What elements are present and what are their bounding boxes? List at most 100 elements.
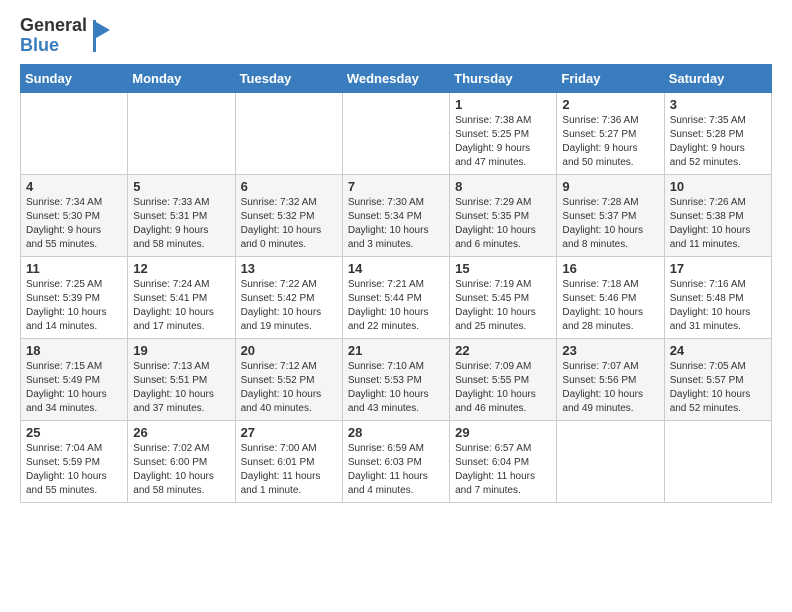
calendar-cell: 16 Sunrise: 7:18 AM Sunset: 5:46 PM Dayli… <box>557 256 664 338</box>
calendar-cell: 26 Sunrise: 7:02 AM Sunset: 6:00 PM Dayli… <box>128 420 235 502</box>
calendar-cell: 10Sunrise: 7:26 AM Sunset: 5:38 PM Dayli… <box>664 174 771 256</box>
calendar-cell: 3 Sunrise: 7:35 AM Sunset: 5:28 PM Daylig… <box>664 92 771 174</box>
calendar-cell: 7Sunrise: 7:30 AM Sunset: 5:34 PM Daylig… <box>342 174 449 256</box>
calendar-cell <box>128 92 235 174</box>
day-number: 3 <box>670 97 766 112</box>
calendar-cell: 23 Sunrise: 7:07 AM Sunset: 5:56 PM Dayli… <box>557 338 664 420</box>
day-info: Sunrise: 7:24 AM Sunset: 5:41 PM Dayligh… <box>133 278 229 334</box>
logo-blue: Blue <box>20 35 59 55</box>
day-number: 5 <box>133 179 229 194</box>
calendar-cell: 12 Sunrise: 7:24 AM Sunset: 5:41 PM Dayli… <box>128 256 235 338</box>
day-number: 2 <box>562 97 658 112</box>
day-info: Sunrise: 7:19 AM Sunset: 5:45 PM Dayligh… <box>455 278 551 334</box>
day-info: Sunrise: 7:33 AM Sunset: 5:31 PM Dayligh… <box>133 196 229 252</box>
calendar-cell: 9 Sunrise: 7:28 AM Sunset: 5:37 PM Daylig… <box>557 174 664 256</box>
calendar-cell: 8Sunrise: 7:29 AM Sunset: 5:35 PM Daylig… <box>450 174 557 256</box>
calendar-week-row: 4Sunrise: 7:34 AM Sunset: 5:30 PM Daylig… <box>21 174 772 256</box>
calendar-cell: 28 Sunrise: 6:59 AM Sunset: 6:03 PM Dayli… <box>342 420 449 502</box>
day-info: Sunrise: 7:32 AM Sunset: 5:32 PM Dayligh… <box>241 196 337 252</box>
day-info: Sunrise: 7:07 AM Sunset: 5:56 PM Dayligh… <box>562 360 658 416</box>
calendar-cell: 6 Sunrise: 7:32 AM Sunset: 5:32 PM Daylig… <box>235 174 342 256</box>
calendar-cell: 20 Sunrise: 7:12 AM Sunset: 5:52 PM Dayli… <box>235 338 342 420</box>
weekday-header: Friday <box>557 64 664 92</box>
calendar-week-row: 11 Sunrise: 7:25 AM Sunset: 5:39 PM Dayli… <box>21 256 772 338</box>
day-number: 19 <box>133 343 229 358</box>
day-number: 7 <box>348 179 444 194</box>
calendar-cell: 2Sunrise: 7:36 AM Sunset: 5:27 PM Daylig… <box>557 92 664 174</box>
day-info: Sunrise: 7:09 AM Sunset: 5:55 PM Dayligh… <box>455 360 551 416</box>
weekday-header: Monday <box>128 64 235 92</box>
day-info: Sunrise: 7:29 AM Sunset: 5:35 PM Dayligh… <box>455 196 551 252</box>
day-info: Sunrise: 7:21 AM Sunset: 5:44 PM Dayligh… <box>348 278 444 334</box>
calendar-cell: 29Sunrise: 6:57 AM Sunset: 6:04 PM Dayli… <box>450 420 557 502</box>
day-info: Sunrise: 7:02 AM Sunset: 6:00 PM Dayligh… <box>133 442 229 498</box>
day-number: 21 <box>348 343 444 358</box>
weekday-header: Sunday <box>21 64 128 92</box>
day-info: Sunrise: 7:28 AM Sunset: 5:37 PM Dayligh… <box>562 196 658 252</box>
day-info: Sunrise: 7:04 AM Sunset: 5:59 PM Dayligh… <box>26 442 122 498</box>
calendar-cell: 15 Sunrise: 7:19 AM Sunset: 5:45 PM Dayli… <box>450 256 557 338</box>
day-number: 26 <box>133 425 229 440</box>
day-info: Sunrise: 7:35 AM Sunset: 5:28 PM Dayligh… <box>670 114 766 170</box>
day-info: Sunrise: 7:12 AM Sunset: 5:52 PM Dayligh… <box>241 360 337 416</box>
calendar-week-row: 25 Sunrise: 7:04 AM Sunset: 5:59 PM Dayli… <box>21 420 772 502</box>
logo-flag-icon <box>91 18 111 54</box>
day-number: 17 <box>670 261 766 276</box>
calendar-cell: 19 Sunrise: 7:13 AM Sunset: 5:51 PM Dayli… <box>128 338 235 420</box>
day-number: 25 <box>26 425 122 440</box>
day-number: 13 <box>241 261 337 276</box>
calendar-cell: 13 Sunrise: 7:22 AM Sunset: 5:42 PM Dayli… <box>235 256 342 338</box>
calendar-cell <box>342 92 449 174</box>
calendar-cell: 14 Sunrise: 7:21 AM Sunset: 5:44 PM Dayli… <box>342 256 449 338</box>
logo: General Blue <box>20 16 111 56</box>
weekday-header: Saturday <box>664 64 771 92</box>
calendar-cell: 24 Sunrise: 7:05 AM Sunset: 5:57 PM Dayli… <box>664 338 771 420</box>
calendar-cell: 18 Sunrise: 7:15 AM Sunset: 5:49 PM Dayli… <box>21 338 128 420</box>
page-header: General Blue <box>20 16 772 56</box>
day-info: Sunrise: 7:18 AM Sunset: 5:46 PM Dayligh… <box>562 278 658 334</box>
day-number: 9 <box>562 179 658 194</box>
calendar-cell: 5 Sunrise: 7:33 AM Sunset: 5:31 PM Daylig… <box>128 174 235 256</box>
day-number: 24 <box>670 343 766 358</box>
day-info: Sunrise: 7:00 AM Sunset: 6:01 PM Dayligh… <box>241 442 337 498</box>
calendar-cell <box>557 420 664 502</box>
day-info: Sunrise: 7:10 AM Sunset: 5:53 PM Dayligh… <box>348 360 444 416</box>
day-number: 18 <box>26 343 122 358</box>
day-number: 28 <box>348 425 444 440</box>
day-number: 22 <box>455 343 551 358</box>
day-number: 23 <box>562 343 658 358</box>
day-info: Sunrise: 7:25 AM Sunset: 5:39 PM Dayligh… <box>26 278 122 334</box>
day-number: 20 <box>241 343 337 358</box>
day-number: 15 <box>455 261 551 276</box>
day-number: 12 <box>133 261 229 276</box>
calendar-cell: 27 Sunrise: 7:00 AM Sunset: 6:01 PM Dayli… <box>235 420 342 502</box>
logo-general: General <box>20 15 87 35</box>
calendar-cell: 25 Sunrise: 7:04 AM Sunset: 5:59 PM Dayli… <box>21 420 128 502</box>
calendar-table: SundayMondayTuesdayWednesdayThursdayFrid… <box>20 64 772 503</box>
calendar-cell: 4Sunrise: 7:34 AM Sunset: 5:30 PM Daylig… <box>21 174 128 256</box>
day-number: 27 <box>241 425 337 440</box>
day-info: Sunrise: 7:13 AM Sunset: 5:51 PM Dayligh… <box>133 360 229 416</box>
day-info: Sunrise: 7:16 AM Sunset: 5:48 PM Dayligh… <box>670 278 766 334</box>
day-info: Sunrise: 7:26 AM Sunset: 5:38 PM Dayligh… <box>670 196 766 252</box>
calendar-cell: 1 Sunrise: 7:38 AM Sunset: 5:25 PM Daylig… <box>450 92 557 174</box>
logo-text: General Blue <box>20 16 87 56</box>
calendar-week-row: 18 Sunrise: 7:15 AM Sunset: 5:49 PM Dayli… <box>21 338 772 420</box>
calendar-cell: 17 Sunrise: 7:16 AM Sunset: 5:48 PM Dayli… <box>664 256 771 338</box>
day-number: 29 <box>455 425 551 440</box>
day-info: Sunrise: 7:34 AM Sunset: 5:30 PM Dayligh… <box>26 196 122 252</box>
day-number: 14 <box>348 261 444 276</box>
weekday-header: Thursday <box>450 64 557 92</box>
day-info: Sunrise: 7:15 AM Sunset: 5:49 PM Dayligh… <box>26 360 122 416</box>
weekday-header-row: SundayMondayTuesdayWednesdayThursdayFrid… <box>21 64 772 92</box>
day-info: Sunrise: 7:38 AM Sunset: 5:25 PM Dayligh… <box>455 114 551 170</box>
day-info: Sunrise: 7:22 AM Sunset: 5:42 PM Dayligh… <box>241 278 337 334</box>
day-number: 11 <box>26 261 122 276</box>
day-number: 6 <box>241 179 337 194</box>
day-number: 16 <box>562 261 658 276</box>
day-info: Sunrise: 7:05 AM Sunset: 5:57 PM Dayligh… <box>670 360 766 416</box>
day-number: 1 <box>455 97 551 112</box>
day-info: Sunrise: 6:59 AM Sunset: 6:03 PM Dayligh… <box>348 442 444 498</box>
calendar-cell: 22 Sunrise: 7:09 AM Sunset: 5:55 PM Dayli… <box>450 338 557 420</box>
calendar-cell: 11 Sunrise: 7:25 AM Sunset: 5:39 PM Dayli… <box>21 256 128 338</box>
